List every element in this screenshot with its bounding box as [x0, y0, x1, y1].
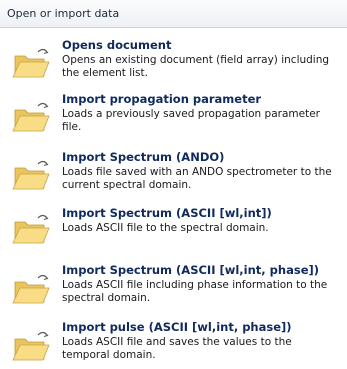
item-description: Loads a previously saved propagation par… — [62, 108, 320, 133]
item-description: Opens an existing document (field array)… — [62, 54, 330, 79]
item-title: Import Spectrum (ASCII [wl,int]) — [62, 206, 272, 220]
menu-item-opens-document[interactable]: Opens document Opens an existing documen… — [0, 38, 347, 82]
item-description: Loads ASCII file and saves the values to… — [62, 336, 292, 361]
open-folder-icon — [12, 329, 52, 363]
panel-header: Open or import data — [0, 0, 347, 28]
open-folder-icon — [12, 100, 52, 134]
menu-item-import-pulse-ascii-wl-int-phase[interactable]: Import pulse (ASCII [wl,int, phase]) Loa… — [0, 320, 347, 364]
menu-item-import-propagation-parameter[interactable]: Import propagation parameter Loads a pre… — [0, 92, 347, 136]
item-title: Import Spectrum (ASCII [wl,int, phase]) — [62, 263, 320, 277]
item-description: Loads ASCII file including phase informa… — [62, 279, 328, 304]
menu-item-import-spectrum-ando[interactable]: Import Spectrum (ANDO) Loads file saved … — [0, 150, 347, 194]
open-folder-icon — [12, 46, 52, 80]
open-folder-icon — [12, 272, 52, 306]
open-import-panel: Open or import data Opens document Opens… — [0, 0, 347, 369]
item-title: Opens document — [62, 38, 172, 52]
item-title: Import pulse (ASCII [wl,int, phase]) — [62, 320, 292, 334]
menu-item-import-spectrum-ascii-wl-int-phase[interactable]: Import Spectrum (ASCII [wl,int, phase]) … — [0, 263, 347, 307]
item-description: Loads file saved with an ANDO spectromet… — [62, 166, 332, 191]
menu-item-import-spectrum-ascii-wl-int[interactable]: Import Spectrum (ASCII [wl,int]) Loads A… — [0, 206, 347, 250]
open-folder-icon — [12, 158, 52, 192]
item-description: Loads ASCII file to the spectral domain. — [62, 222, 269, 234]
open-folder-icon — [12, 212, 52, 246]
item-title: Import propagation parameter — [62, 92, 262, 106]
item-title: Import Spectrum (ANDO) — [62, 150, 225, 164]
